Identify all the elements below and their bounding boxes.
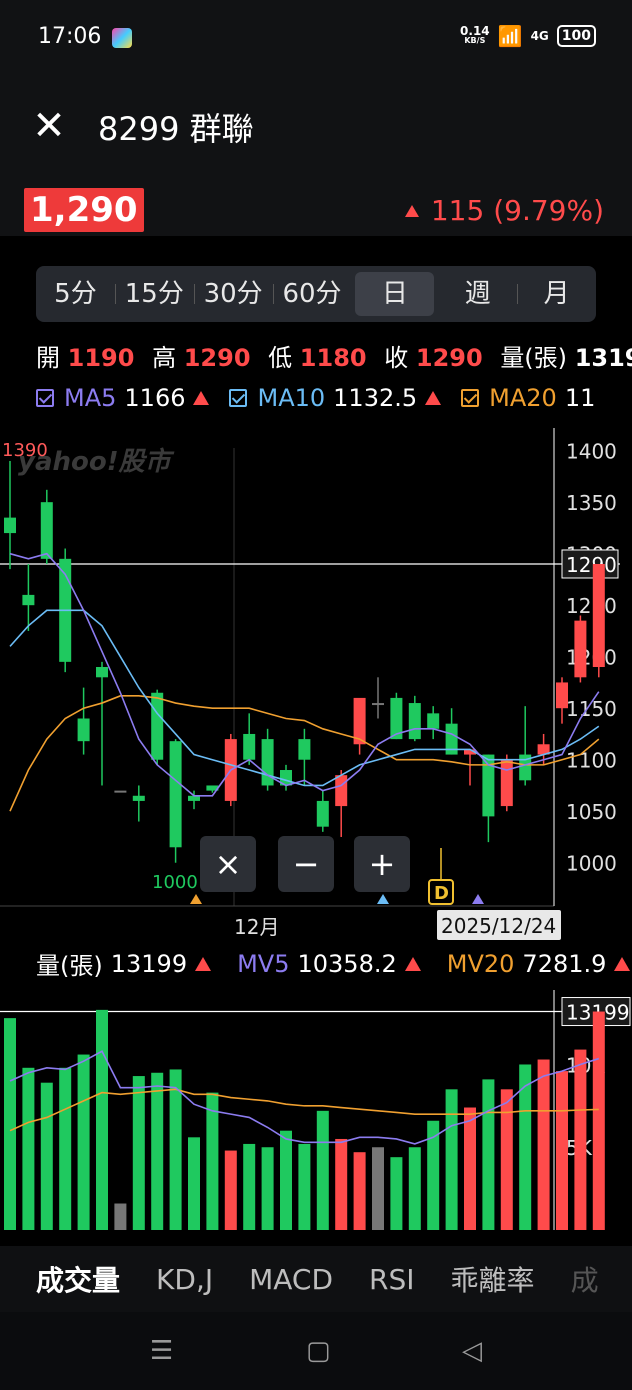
candle-body xyxy=(169,741,182,848)
indicator-tabs: 成交量 KD,J MACD RSI 乖離率成 xyxy=(0,1246,632,1312)
price-tick-label: 1400 xyxy=(566,440,617,464)
volume-bar xyxy=(445,1089,458,1230)
up-arrow-icon xyxy=(195,956,212,971)
volume-bar xyxy=(390,1157,403,1230)
volume-bar xyxy=(22,1067,35,1230)
volume-bar xyxy=(574,1049,587,1230)
candle-body xyxy=(151,692,164,760)
home-icon[interactable]: ▢ xyxy=(306,1336,331,1366)
candle-body xyxy=(4,517,16,534)
volume-bar xyxy=(114,1203,127,1230)
volume-bar xyxy=(556,1071,568,1230)
price-tick-label: 1250 xyxy=(566,594,617,618)
candle-body xyxy=(372,703,384,706)
reset-zoom-button[interactable]: × xyxy=(200,836,256,892)
volume-bar xyxy=(353,1152,366,1230)
volume-bar xyxy=(96,1009,108,1230)
volume-bar xyxy=(206,1092,219,1230)
volume-bar xyxy=(408,1147,421,1230)
price-tick-label: 1200 xyxy=(566,646,617,670)
volume-bar xyxy=(77,1054,90,1230)
volume-bar xyxy=(169,1069,182,1230)
volume-bar xyxy=(4,1018,16,1230)
volume-bar xyxy=(243,1143,256,1230)
event-triangle-icon xyxy=(190,894,202,904)
indicator-tab-4[interactable]: 乖離率 xyxy=(451,1259,535,1299)
candle-body xyxy=(114,790,127,793)
volume-bar xyxy=(261,1147,274,1230)
candle-body xyxy=(500,759,513,807)
candle-body xyxy=(556,682,568,709)
volume-legend: 量(張) 13199 MV5 10358.2 MV20 7281.9 xyxy=(36,946,631,981)
zoom-in-button[interactable]: + xyxy=(354,836,410,892)
volume-bar xyxy=(59,1067,72,1230)
indicator-tab-5[interactable]: 成 xyxy=(571,1259,599,1299)
up-arrow-icon xyxy=(614,956,631,971)
price-tick-label: 1350 xyxy=(566,491,617,515)
volume-bar xyxy=(537,1059,550,1230)
volume-bar xyxy=(335,1138,348,1230)
up-arrow-icon xyxy=(404,956,421,971)
price-tick-label: 1000 xyxy=(566,852,617,876)
volume-bar xyxy=(40,1082,53,1230)
volume-bar xyxy=(132,1076,145,1230)
volume-bar xyxy=(482,1079,495,1230)
price-tick-label: 1100 xyxy=(566,749,617,773)
candle-body xyxy=(427,713,440,729)
event-triangle-icon xyxy=(377,894,389,904)
indicator-tab-2[interactable]: MACD xyxy=(249,1263,333,1296)
date-label: 2025/12/24 xyxy=(441,914,556,938)
candle-body xyxy=(335,775,348,807)
indicator-tab-1[interactable]: KD,J xyxy=(156,1263,213,1296)
candle-body xyxy=(261,739,274,786)
candle-body xyxy=(316,800,329,827)
price-tick-label: 1150 xyxy=(566,697,617,721)
volume-bar xyxy=(464,1107,476,1230)
candle-body xyxy=(77,718,90,742)
event-triangle-icon xyxy=(472,894,484,904)
volume-bar xyxy=(372,1147,384,1230)
volume-bar xyxy=(592,1011,605,1230)
candle-body xyxy=(408,703,421,740)
candle-body xyxy=(40,502,53,559)
x-axis-label: 12月 xyxy=(234,915,279,939)
event-marker-label: D xyxy=(434,883,449,904)
volume-bar xyxy=(298,1143,311,1230)
candle-body xyxy=(132,795,145,801)
indicator-tab-3[interactable]: RSI xyxy=(369,1263,415,1296)
volume-bar xyxy=(188,1137,200,1230)
menu-icon[interactable]: ☰ xyxy=(150,1336,173,1366)
indicator-tab-0[interactable]: 成交量 xyxy=(36,1259,120,1299)
price-tick-label: 1050 xyxy=(566,800,617,824)
candle-body xyxy=(574,620,587,678)
candle-body xyxy=(22,594,35,606)
chart-canvas[interactable]: yahoo!股市10001050110011501200125013001350… xyxy=(0,0,632,1246)
candle-body xyxy=(96,667,108,678)
high-marker-label: 1390 xyxy=(2,440,48,461)
low-marker-label: 1000 xyxy=(152,872,198,893)
zoom-out-button[interactable]: − xyxy=(278,836,334,892)
back-icon[interactable]: ◁ xyxy=(462,1336,482,1366)
volume-bar xyxy=(500,1089,513,1230)
volume-bar xyxy=(316,1110,329,1230)
volume-bar xyxy=(224,1150,237,1230)
candle-body xyxy=(243,733,256,760)
volume-bar xyxy=(151,1072,164,1230)
candle-body xyxy=(592,563,605,667)
current-price-label: 1290 xyxy=(566,553,617,577)
volume-bar xyxy=(280,1130,292,1230)
candle-body xyxy=(298,739,311,760)
